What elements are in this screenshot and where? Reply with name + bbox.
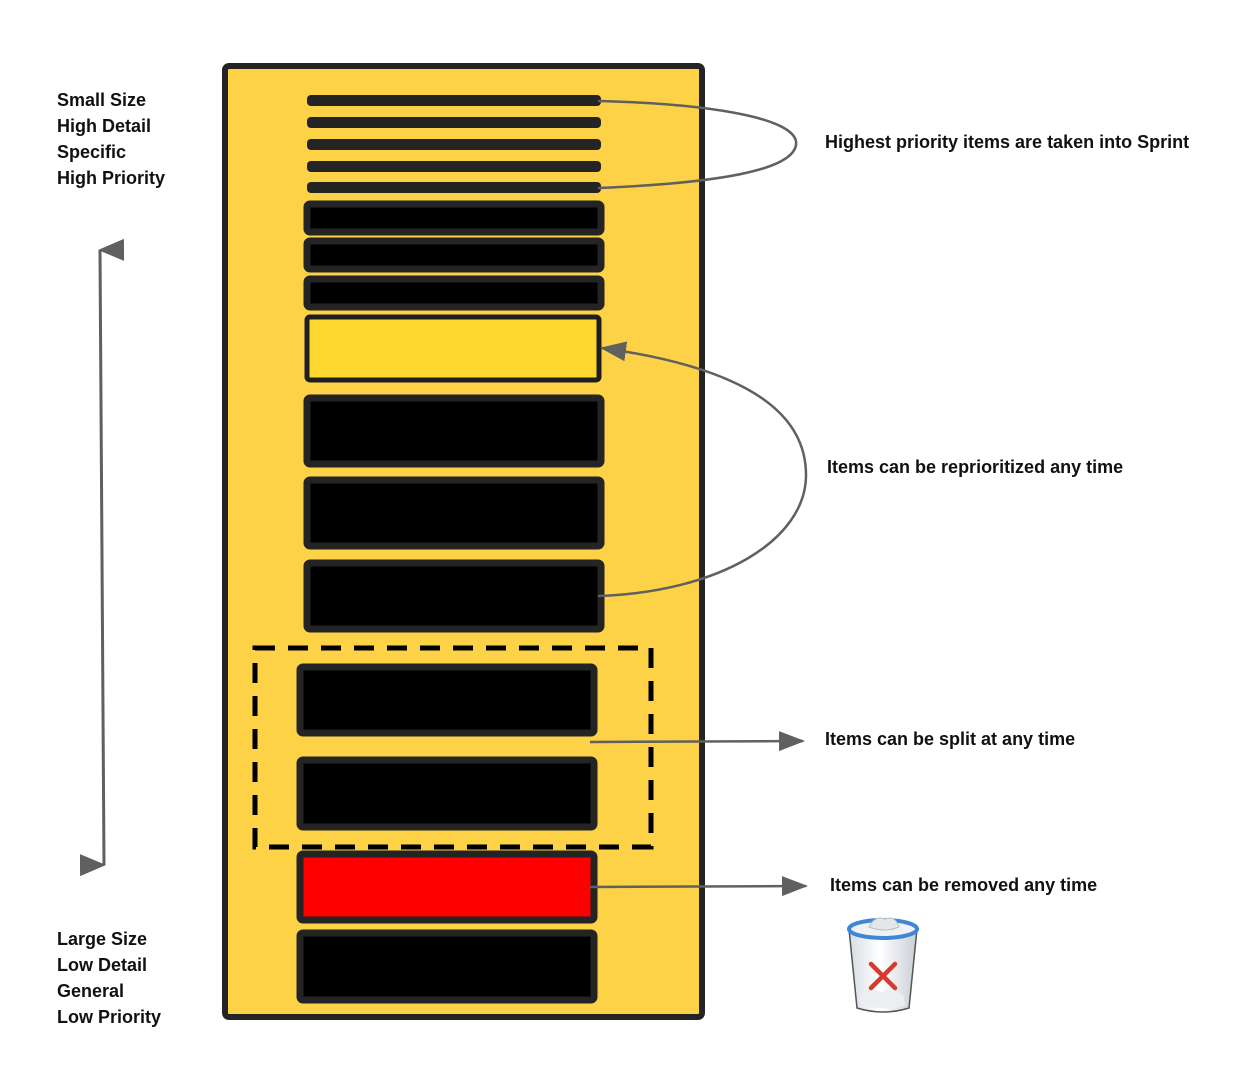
bottom-axis-label-line: Low Detail xyxy=(57,955,148,975)
split-annotation: Items can be split at any time xyxy=(825,729,1076,749)
bottom-axis-label: Large Size Low Detail General Low Priori… xyxy=(57,926,161,1030)
backlog-item-normal xyxy=(303,200,605,236)
sprint-annotation: Highest priority items are taken into Sp… xyxy=(825,132,1190,152)
backlog-item-normal xyxy=(296,929,598,1004)
split-connector xyxy=(589,731,805,752)
backlog-item-sprint xyxy=(307,139,601,150)
remove-connector xyxy=(589,876,808,897)
bottom-axis-label-line: Low Priority xyxy=(57,1007,162,1027)
backlog-item-sprint xyxy=(307,95,601,106)
top-axis-label-line: High Priority xyxy=(57,168,166,188)
bottom-axis-label-line: Large Size xyxy=(57,929,148,949)
top-axis-label-line: Specific xyxy=(57,142,127,162)
trash-can-icon xyxy=(847,917,919,1013)
backlog-item-removed xyxy=(296,850,598,924)
backlog-item-normal xyxy=(303,237,605,273)
backlog-item-sprint xyxy=(307,117,601,128)
backlog-item-normal xyxy=(303,394,605,468)
backlog-item-sprint xyxy=(307,161,601,172)
backlog-diagram xyxy=(79,63,919,1020)
backlog-item-split xyxy=(296,663,598,737)
remove-annotation: Items can be removed any time xyxy=(830,875,1098,895)
backlog-item-sprint xyxy=(307,182,601,193)
backlog-item-reprioritized xyxy=(304,314,602,383)
backlog-item-split xyxy=(296,756,598,831)
priority-axis-arrow xyxy=(79,238,125,877)
top-axis-label-line: High Detail xyxy=(57,116,152,136)
top-axis-label: Small Size High Detail Specific High Pri… xyxy=(57,87,165,191)
bottom-axis-label-line: General xyxy=(57,981,125,1001)
reprioritize-annotation: Items can be reprioritized any time xyxy=(827,457,1124,477)
backlog-item-normal xyxy=(303,275,605,311)
top-axis-label-line: Small Size xyxy=(57,90,147,110)
backlog-item-normal xyxy=(303,476,605,550)
backlog-item-normal xyxy=(303,559,605,633)
